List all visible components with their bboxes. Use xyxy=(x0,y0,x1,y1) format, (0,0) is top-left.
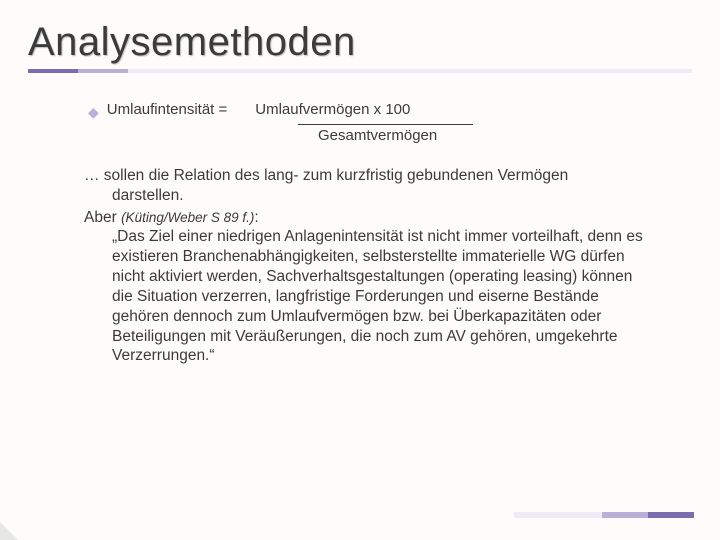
relation-cont: darstellen. xyxy=(112,186,652,206)
relation-paragraph: … sollen die Relation des lang- zum kurz… xyxy=(84,166,652,206)
body-text: … sollen die Relation des lang- zum kurz… xyxy=(84,166,652,366)
formula-denominator-row: Gesamtvermögen xyxy=(88,124,692,144)
slide: Analysemethoden ◆ Umlaufintensität = Uml… xyxy=(0,0,720,540)
slide-title: Analysemethoden xyxy=(28,20,692,65)
fraction-line xyxy=(298,124,473,125)
relation-lead: … sollen die Relation des lang- zum kurz… xyxy=(84,167,568,184)
formula-denominator: Gesamtvermögen xyxy=(298,127,692,144)
corner-fold-icon xyxy=(0,522,18,540)
formula-row: ◆ Umlaufintensität = Umlaufvermögen x 10… xyxy=(88,101,692,122)
aber-colon: : xyxy=(254,209,258,226)
footer-decoration xyxy=(514,512,694,518)
aber-paragraph: Aber (Küting/Weber S 89 f.): „Das Ziel e… xyxy=(84,208,652,367)
aber-label: Aber xyxy=(84,209,121,226)
aber-body: „Das Ziel einer niedrigen Anlagenintensi… xyxy=(112,227,652,366)
aber-citation: (Küting/Weber S 89 f.) xyxy=(121,210,254,225)
title-underline xyxy=(28,69,692,73)
formula-numerator: Umlaufvermögen x 100 xyxy=(255,101,410,118)
formula-label: Umlaufintensität = xyxy=(107,101,227,118)
bullet-icon: ◆ xyxy=(88,102,99,122)
